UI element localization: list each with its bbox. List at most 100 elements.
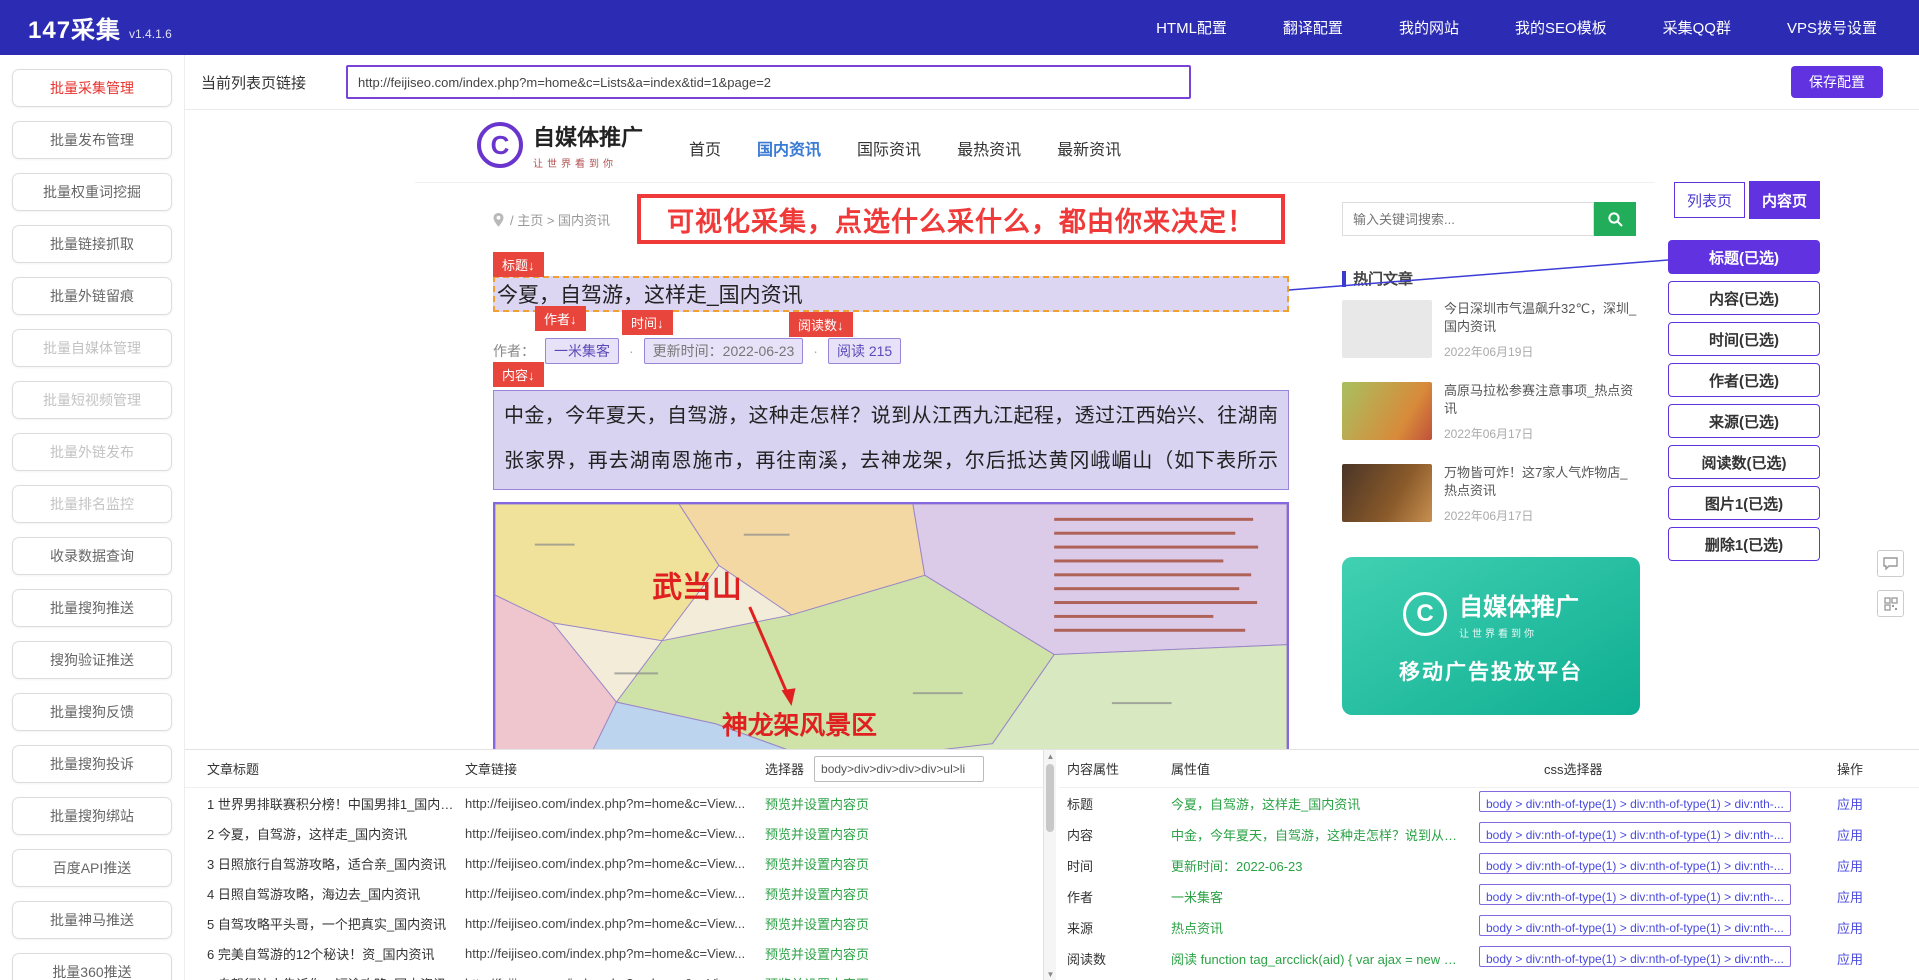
article-meta: 作者： 一米集客 更新时间：2022-06-23 阅读 215 bbox=[493, 338, 901, 364]
apply-button[interactable]: 应用 bbox=[1837, 828, 1863, 843]
list-page-url-input[interactable] bbox=[346, 65, 1191, 99]
site-nav-item[interactable]: 国际资讯 bbox=[857, 136, 921, 160]
site-nav-item[interactable]: 首页 bbox=[689, 136, 721, 160]
css-selector-box[interactable]: body > div:nth-of-type(1) > div:nth-of-t… bbox=[1479, 915, 1791, 936]
list-selector-input[interactable] bbox=[814, 756, 984, 782]
sidebar-item[interactable]: 批量采集管理 bbox=[12, 69, 172, 107]
article-row-title: 2 今夏，自驾游，这样走_国内资讯 bbox=[185, 824, 465, 843]
ad-text: 移动广告投放平台 bbox=[1342, 656, 1640, 686]
css-selector-box[interactable]: body > div:nth-of-type(1) > div:nth-of-t… bbox=[1479, 822, 1791, 843]
site-nav-item[interactable]: 最新资讯 bbox=[1057, 136, 1121, 160]
sidebar-item[interactable]: 批量360推送 bbox=[12, 953, 172, 980]
prop-value: 中金，今年夏天，自驾游，这种走怎样？说到从江西九江... bbox=[1171, 825, 1479, 844]
top-nav-item[interactable]: HTML配置 bbox=[1156, 17, 1227, 38]
preview-set-content-link[interactable]: 预览并设置内容页 bbox=[765, 974, 869, 980]
column-header-prop: 内容属性 bbox=[1059, 759, 1171, 778]
site-logo-name: 自媒体推广 bbox=[533, 120, 643, 152]
column-header-value: 属性值 bbox=[1171, 759, 1479, 778]
article-list-scrollbar[interactable]: ▲ ▼ bbox=[1043, 750, 1056, 980]
selector-field-button[interactable]: 删除1(已选) bbox=[1668, 527, 1820, 561]
apply-button[interactable]: 应用 bbox=[1837, 797, 1863, 812]
tab-content-page[interactable]: 内容页 bbox=[1749, 181, 1820, 219]
selector-field-button[interactable]: 内容(已选) bbox=[1668, 281, 1820, 315]
css-selector-box[interactable]: body > div:nth-of-type(1) > div:nth-of-t… bbox=[1479, 946, 1791, 967]
site-nav-item[interactable]: 最热资讯 bbox=[957, 136, 1021, 160]
preview-set-content-link[interactable]: 预览并设置内容页 bbox=[765, 824, 869, 843]
selector-field-button[interactable]: 图片1(已选) bbox=[1668, 486, 1820, 520]
sidebar-item[interactable]: 批量搜狗反馈 bbox=[12, 693, 172, 731]
prop-name: 时间 bbox=[1059, 856, 1171, 875]
selector-field-button[interactable]: 作者(已选) bbox=[1668, 363, 1820, 397]
preview-set-content-link[interactable]: 预览并设置内容页 bbox=[765, 914, 869, 933]
sidebar-item[interactable]: 批量神马推送 bbox=[12, 901, 172, 939]
preview-set-content-link[interactable]: 预览并设置内容页 bbox=[765, 944, 869, 963]
top-nav-item[interactable]: VPS拨号设置 bbox=[1787, 17, 1877, 38]
hot-article-item[interactable]: 高原马拉松参赛注意事项_热点资讯 2022年06月17日 bbox=[1342, 382, 1642, 442]
site-nav-item[interactable]: 国内资讯 bbox=[757, 136, 821, 160]
apply-button[interactable]: 应用 bbox=[1837, 890, 1863, 905]
ad-logo-slogan: 让世界看到你 bbox=[1459, 625, 1579, 640]
sidebar-item[interactable]: 批量外链留痕 bbox=[12, 277, 172, 315]
article-time-selection[interactable]: 更新时间：2022-06-23 bbox=[644, 338, 804, 364]
title-field-tag[interactable]: 标题↓ bbox=[493, 252, 544, 277]
hot-article-item[interactable]: 万物皆可炸！这7家人气炸物店_热点资讯 2022年06月17日 bbox=[1342, 464, 1642, 524]
selector-field-button[interactable]: 来源(已选) bbox=[1668, 404, 1820, 438]
sidebar-item[interactable]: 搜狗验证推送 bbox=[12, 641, 172, 679]
url-label: 当前列表页链接 bbox=[201, 72, 306, 93]
selector-field-button[interactable]: 阅读数(已选) bbox=[1668, 445, 1820, 479]
scrollbar-thumb[interactable] bbox=[1046, 764, 1054, 832]
search-input[interactable] bbox=[1342, 202, 1594, 236]
ad-banner[interactable]: C 自媒体推广 让世界看到你 移动广告投放平台 bbox=[1342, 557, 1640, 715]
apply-button[interactable]: 应用 bbox=[1837, 952, 1863, 967]
column-header-selector: 选择器 bbox=[765, 759, 804, 778]
top-nav-item[interactable]: 我的网站 bbox=[1399, 17, 1459, 38]
time-field-tag[interactable]: 时间↓ bbox=[622, 310, 673, 335]
hot-article-item[interactable]: 今日深圳市气温飙升32℃，深圳_国内资讯 2022年06月19日 bbox=[1342, 300, 1642, 360]
apply-button[interactable]: 应用 bbox=[1837, 921, 1863, 936]
article-list-rows: 1 世界男排联赛积分榜！中国男排1_国内资讯 http://feijiseo.c… bbox=[185, 788, 1043, 980]
apply-button[interactable]: 应用 bbox=[1837, 859, 1863, 874]
author-field-tag[interactable]: 作者↓ bbox=[535, 306, 586, 331]
top-nav-item[interactable]: 采集QQ群 bbox=[1663, 17, 1731, 38]
selector-field-button[interactable]: 时间(已选) bbox=[1668, 322, 1820, 356]
views-field-tag[interactable]: 阅读数↓ bbox=[789, 312, 853, 337]
article-content-selection[interactable]: 中金，今年夏天，自驾游，这种走怎样？说到从江西九江起程，透过江西始兴、往湖南张家… bbox=[493, 390, 1289, 490]
preview-set-content-link[interactable]: 预览并设置内容页 bbox=[765, 884, 869, 903]
sidebar-item[interactable]: 批量自媒体管理 bbox=[12, 329, 172, 367]
sidebar-item[interactable]: 批量短视频管理 bbox=[12, 381, 172, 419]
css-selector-box[interactable]: body > div:nth-of-type(1) > div:nth-of-t… bbox=[1479, 884, 1791, 905]
save-config-button[interactable]: 保存配置 bbox=[1791, 66, 1883, 98]
selector-field-button[interactable]: 标题(已选) bbox=[1668, 240, 1820, 274]
top-nav-item[interactable]: 我的SEO模板 bbox=[1515, 17, 1607, 38]
sidebar-item[interactable]: 批量链接抓取 bbox=[12, 225, 172, 263]
site-logo[interactable]: C 自媒体推广 让世界看到你 bbox=[477, 120, 643, 170]
preview-set-content-link[interactable]: 预览并设置内容页 bbox=[765, 854, 869, 873]
article-views-selection[interactable]: 阅读 215 bbox=[828, 338, 901, 364]
qr-code-button[interactable] bbox=[1877, 590, 1904, 617]
chat-helper-button[interactable] bbox=[1877, 550, 1904, 577]
search-button[interactable] bbox=[1594, 202, 1636, 236]
sidebar-item[interactable]: 批量排名监控 bbox=[12, 485, 172, 523]
sidebar-item[interactable]: 收录数据查询 bbox=[12, 537, 172, 575]
map-label-wudangshan: 武当山 bbox=[652, 571, 741, 604]
article-title-selection[interactable]: 今夏，自驾游，这样走_国内资讯 bbox=[493, 276, 1289, 312]
content-field-tag[interactable]: 内容↓ bbox=[493, 362, 544, 387]
sidebar-item[interactable]: 批量搜狗推送 bbox=[12, 589, 172, 627]
sidebar-item[interactable]: 百度API推送 bbox=[12, 849, 172, 887]
css-selector-box[interactable]: body > div:nth-of-type(1) > div:nth-of-t… bbox=[1479, 791, 1791, 812]
css-selector-box[interactable]: body > div:nth-of-type(1) > div:nth-of-t… bbox=[1479, 853, 1791, 874]
sidebar-item[interactable]: 批量发布管理 bbox=[12, 121, 172, 159]
sidebar-item[interactable]: 批量权重词挖掘 bbox=[12, 173, 172, 211]
sidebar: 批量采集管理批量发布管理批量权重词挖掘批量链接抓取批量外链留痕批量自媒体管理批量… bbox=[0, 55, 185, 980]
scroll-up-arrow[interactable]: ▲ bbox=[1044, 750, 1057, 763]
sidebar-item[interactable]: 批量搜狗绑站 bbox=[12, 797, 172, 835]
article-author-selection[interactable]: 一米集客 bbox=[545, 338, 619, 364]
tab-list-page[interactable]: 列表页 bbox=[1674, 182, 1745, 218]
top-nav-item[interactable]: 翻译配置 bbox=[1283, 17, 1343, 38]
scroll-down-arrow[interactable]: ▼ bbox=[1044, 968, 1057, 980]
hot-article-title: 万物皆可炸！这7家人气炸物店_热点资讯 bbox=[1444, 464, 1640, 500]
sidebar-item[interactable]: 批量外链发布 bbox=[12, 433, 172, 471]
sidebar-item[interactable]: 批量搜狗投诉 bbox=[12, 745, 172, 783]
preview-set-content-link[interactable]: 预览并设置内容页 bbox=[765, 794, 869, 813]
site-header: C 自媒体推广 让世界看到你 首页 国内资讯 国际资讯 最热资讯 最新资讯 bbox=[477, 120, 1121, 170]
